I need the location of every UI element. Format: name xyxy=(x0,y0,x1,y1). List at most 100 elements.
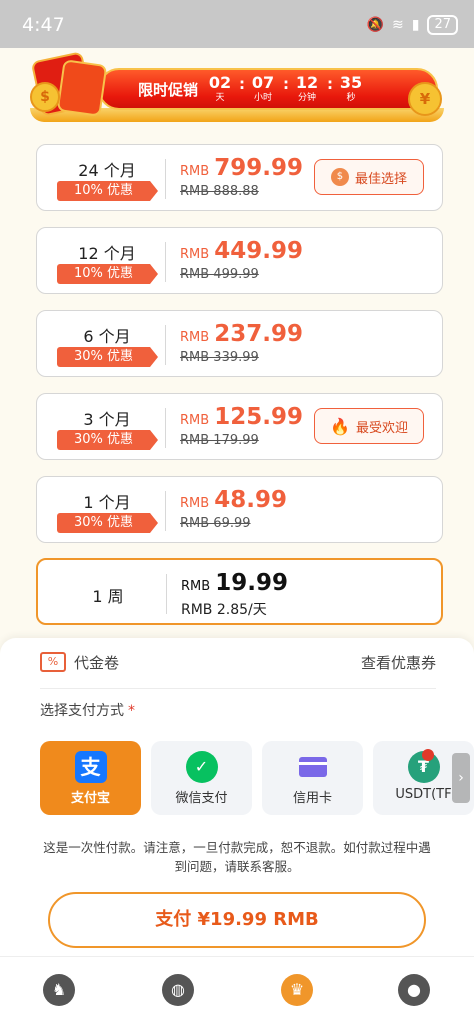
plan-card-1-month[interactable]: 1 个月 30% 优惠 RMB 48.99 RMB 69.99 xyxy=(36,476,443,543)
payment-methods: 支 支付宝 ✓ 微信支付 信用卡 ₮ USDT(TF xyxy=(40,741,474,815)
alipay-icon: 支 xyxy=(74,751,107,783)
notification-dot xyxy=(421,749,434,761)
countdown-days: 02 天 xyxy=(205,74,235,104)
price-amount: 125.99 xyxy=(214,404,304,430)
coupon-icon: % xyxy=(40,652,66,672)
mute-icon: 🔕 xyxy=(366,17,384,33)
countdown-unit: 天 xyxy=(215,93,225,103)
red-envelope-icon xyxy=(56,59,108,117)
price-amount: 237.99 xyxy=(214,321,304,347)
discount-tag: 30% 优惠 xyxy=(57,347,158,367)
plan-price: RMB 237.99 xyxy=(180,321,303,347)
status-icons: 🔕 ≋ ▮ 27 xyxy=(367,15,458,35)
countdown-value: 35 xyxy=(339,73,363,92)
countdown-minutes: 12 分钟 xyxy=(292,74,322,104)
discount-tag: 10% 优惠 xyxy=(57,181,158,201)
plan-card-12-months[interactable]: 12 个月 10% 优惠 RMB 449.99 RMB 499.99 xyxy=(36,227,443,294)
plan-card-1-week[interactable]: 1 周 RMB 19.99 RMB 2.85/天 xyxy=(36,558,443,625)
divider xyxy=(166,574,167,614)
credit-card-icon xyxy=(297,751,329,783)
divider xyxy=(165,159,166,199)
price-amount: 449.99 xyxy=(214,238,304,264)
status-bar: 4:47 🔕 ≋ ▮ 27 xyxy=(0,0,474,48)
crown-icon[interactable]: ♛ xyxy=(281,974,313,1006)
view-coupons-link[interactable]: 查看优惠券 xyxy=(361,652,436,673)
flame-icon: 🔥 xyxy=(330,416,350,436)
plan-duration: 1 个月 xyxy=(83,493,131,512)
battery-icon: 27 xyxy=(427,15,458,35)
coupon-label: 代金卷 xyxy=(74,654,120,672)
plan-duration: 6 个月 xyxy=(83,327,131,346)
best-choice-badge: $ 最佳选择 xyxy=(314,159,424,195)
bottom-tab-bar: ♞ ◍ ♛ ● xyxy=(0,956,474,1024)
price-currency: RMB xyxy=(180,496,210,511)
per-day-price: RMB 2.85/天 xyxy=(181,602,267,618)
divider xyxy=(40,688,436,689)
promo-label: 限时促销 xyxy=(138,81,199,99)
payment-method-alipay[interactable]: 支 支付宝 xyxy=(40,741,141,815)
countdown-value: 07 xyxy=(251,73,275,92)
pay-button[interactable]: 支付 ¥19.99 RMB xyxy=(48,892,426,948)
plan-card-24-months[interactable]: 24 个月 10% 优惠 RMB 799.99 RMB 888.88 $ 最佳选… xyxy=(36,144,443,211)
payment-method-wechat[interactable]: ✓ 微信支付 xyxy=(151,741,252,815)
coin-icon: ¥ xyxy=(408,82,442,116)
wifi-icon: ≋ xyxy=(392,17,404,33)
payment-method-label: 支付宝 xyxy=(70,791,110,806)
divider xyxy=(165,325,166,365)
badge-label: 最受欢迎 xyxy=(355,420,408,436)
usdt-icon: ₮ xyxy=(407,749,440,783)
promo-banner: $ ¥ 限时促销 02 天 : 07 小时 : 12 分钟 : 35 秒 xyxy=(30,51,444,126)
plan-price: RMB 48.99 xyxy=(180,487,287,513)
payment-method-credit-card[interactable]: 信用卡 xyxy=(262,741,363,815)
plan-duration: 1 周 xyxy=(92,587,124,606)
original-price: RMB 179.99 xyxy=(180,433,259,448)
medal-icon: $ xyxy=(330,168,349,186)
refund-notice: 这是一次性付款。请注意，一旦付款完成，恕不退款。如付款过程中遇到问题，请联系客服… xyxy=(43,840,431,874)
most-popular-badge: 🔥 最受欢迎 xyxy=(314,408,424,444)
mascot-icon[interactable]: ♞ xyxy=(43,974,75,1006)
user-icon[interactable]: ● xyxy=(398,974,430,1006)
discount-tag: 30% 优惠 xyxy=(57,513,158,533)
plan-price: RMB 125.99 xyxy=(180,404,303,430)
countdown-seconds: 35 秒 xyxy=(336,74,366,104)
plan-price: RMB 799.99 xyxy=(180,155,303,181)
plan-card-3-months[interactable]: 3 个月 30% 优惠 RMB 125.99 RMB 179.99 🔥 最受欢迎 xyxy=(36,393,443,460)
price-currency: RMB xyxy=(180,164,210,179)
plan-card-6-months[interactable]: 6 个月 30% 优惠 RMB 237.99 RMB 339.99 xyxy=(36,310,443,377)
chevron-right-icon[interactable]: › xyxy=(452,753,470,803)
price-currency: RMB xyxy=(180,413,210,428)
price-currency: RMB xyxy=(181,579,211,594)
countdown-unit: 小时 xyxy=(253,93,272,103)
countdown-unit: 分钟 xyxy=(297,93,316,103)
countdown-hours: 07 小时 xyxy=(248,74,278,104)
original-price: RMB 69.99 xyxy=(180,516,251,531)
required-mark: * xyxy=(128,703,135,719)
plan-price: RMB 19.99 xyxy=(181,570,288,596)
payment-method-label: 选择支付方式 xyxy=(40,703,124,719)
payment-sheet: % 代金卷 查看优惠券 选择支付方式 * 支 支付宝 ✓ 微信支付 信用卡 ₮ U… xyxy=(0,638,474,956)
plan-duration: 3 个月 xyxy=(83,410,131,429)
countdown-separator: : xyxy=(327,75,333,93)
battery-saver-icon: ▮ xyxy=(411,17,420,33)
countdown-value: 12 xyxy=(295,73,319,92)
plan-price: RMB 449.99 xyxy=(180,238,303,264)
countdown-separator: : xyxy=(239,75,245,93)
payment-method-label: 信用卡 xyxy=(292,791,332,806)
globe-icon[interactable]: ◍ xyxy=(162,974,194,1006)
original-price: RMB 888.88 xyxy=(180,184,259,199)
payment-method-label: 微信支付 xyxy=(175,791,228,806)
price-amount: 19.99 xyxy=(215,570,289,596)
payment-method-title: 选择支付方式 * xyxy=(40,700,135,720)
price-amount: 799.99 xyxy=(214,155,304,181)
badge-label: 最佳选择 xyxy=(354,171,407,187)
discount-tag: 10% 优惠 xyxy=(57,264,158,284)
wechat-pay-icon: ✓ xyxy=(185,751,218,783)
plan-duration: 12 个月 xyxy=(78,244,136,263)
original-price: RMB 499.99 xyxy=(180,267,259,282)
countdown-separator: : xyxy=(283,75,289,93)
divider xyxy=(165,491,166,531)
divider xyxy=(165,408,166,448)
divider xyxy=(165,242,166,282)
plan-duration: 24 个月 xyxy=(78,161,136,180)
status-time: 4:47 xyxy=(22,14,65,36)
